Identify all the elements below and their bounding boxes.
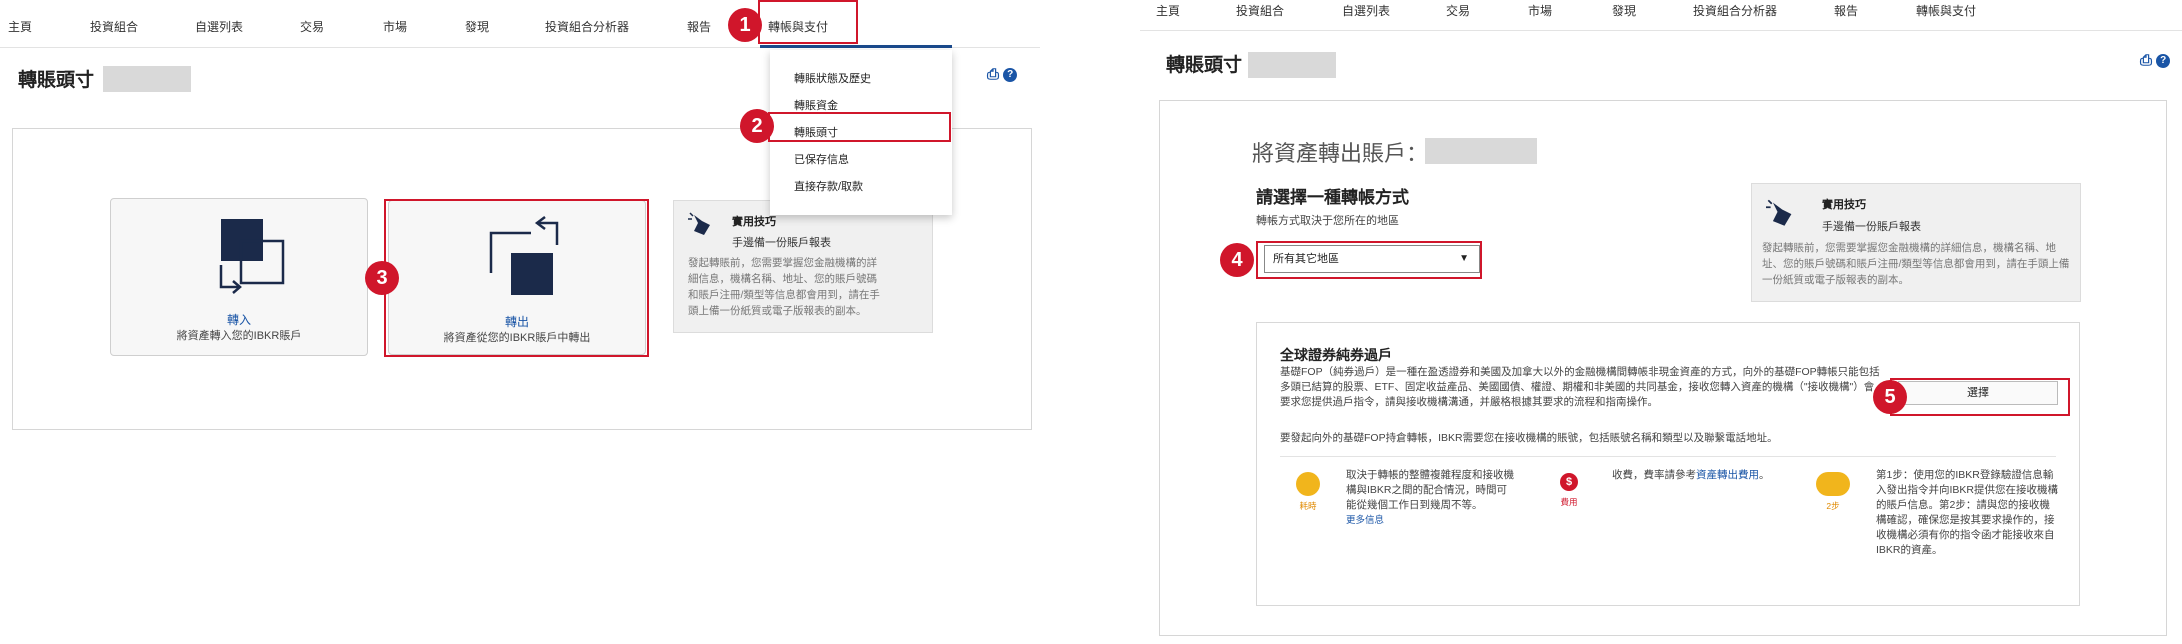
- left-panel: 主頁 投資組合 自選列表 交易 市場 發現 投資組合分析器 報告 轉帳與支付 1…: [0, 0, 1040, 644]
- fees-text-body: 收費，費率請參考: [1612, 469, 1696, 481]
- transfer-out-label: 將資產轉出賬戶：: [1252, 141, 1429, 166]
- nav-discover[interactable]: 發現: [465, 18, 489, 35]
- menu-saved-info[interactable]: 已保存信息: [794, 151, 849, 167]
- fees-text: 收費，費率請參考資產轉出費用。: [1612, 468, 1782, 483]
- step-badge-2: 2: [740, 109, 774, 143]
- top-nav-right: 主頁 投資組合 自選列表 交易 市場 發現 投資組合分析器 報告 轉帳與支付: [1140, 0, 2182, 22]
- nav-transfer-pay[interactable]: 轉帳與支付: [1916, 2, 1976, 19]
- steps-text: 第1步：使用您的IBKR登錄驗證信息輸入發出指令并向IBKR提供您在接收機構的賬…: [1876, 469, 2059, 556]
- dollar-icon: $: [1560, 473, 1578, 491]
- fop-divider: [1280, 456, 2056, 457]
- speedometer-icon: [1296, 472, 1320, 496]
- help-icon[interactable]: ?: [2156, 54, 2171, 69]
- transfer-in-icon: [219, 219, 285, 294]
- tip-body: 發起轉賬前，您需要掌握您金融機構的詳細信息，機構名稱、地址、您的賬戶號碼和賬戶注…: [688, 257, 880, 317]
- account-id-redacted: [103, 66, 191, 92]
- right-panel: 主頁 投資組合 自選列表 交易 市場 發現 投資組合分析器 報告 轉帳與支付 轉…: [1140, 0, 2182, 644]
- choose-method-title: 請選擇一種轉帳方式: [1256, 188, 1409, 207]
- nav-reports[interactable]: 報告: [1834, 2, 1858, 19]
- fop-description: 基礎FOP（純券過戶）是一種在盈透證券和美國及加拿大以外的金融機構間轉帳非現金資…: [1280, 366, 1880, 408]
- choose-method-subtitle: 轉帳方式取決于您所在的地區: [1256, 215, 1399, 227]
- tip-title: 實用技巧: [732, 216, 776, 228]
- highlight-region-select: [1256, 241, 1482, 279]
- nav-reports[interactable]: 報告: [687, 18, 711, 35]
- nav-trade[interactable]: 交易: [1446, 2, 1470, 19]
- nav-active-indicator: [760, 45, 952, 48]
- step-badge-4: 4: [1220, 243, 1254, 277]
- more-info-link[interactable]: 更多信息: [1346, 515, 1384, 526]
- tip-subtitle: 手邊備一份賬戶報表: [1822, 221, 1921, 233]
- page-title: 轉賬頭寸: [1166, 55, 1243, 76]
- nav-watchlist[interactable]: 自選列表: [1342, 2, 1390, 19]
- tip-card: 實用技巧 手邊備一份賬戶報表 發起轉賬前，您需要掌握您金融機構的詳細信息，機構名…: [1751, 183, 2081, 302]
- transfer-in-title: 轉入: [226, 313, 251, 327]
- transfer-in-subtitle: 將資產轉入您的IBKR賬戶: [176, 330, 302, 342]
- duration-text-body: 取決于轉帳的整體複雜程度和接收機構與IBKR之間的配合情況，時間可能從幾個工作日…: [1346, 469, 1514, 511]
- tip-card: 實用技巧 手邊備一份賬戶報表 發起轉賬前，您需要掌握您金融機構的詳細信息，機構名…: [673, 200, 933, 333]
- menu-transfer-status-history[interactable]: 轉賬狀態及歷史: [794, 70, 871, 86]
- print-icon[interactable]: ⎙: [2140, 52, 2152, 69]
- fees-text-end: 。: [1759, 469, 1770, 481]
- tip-body: 發起轉賬前，您需要掌握您金融機構的詳細信息，機構名稱、地址、您的賬戶號碼和賬戶注…: [1762, 242, 2070, 286]
- page-title: 轉賬頭寸: [18, 70, 95, 91]
- fees-caption: 費用: [1560, 497, 1578, 507]
- nav-market[interactable]: 市場: [1528, 2, 1552, 19]
- nav-trade[interactable]: 交易: [300, 18, 324, 35]
- account-id-redacted: [1248, 52, 1336, 78]
- fop-title: 全球證券純券過戶: [1280, 347, 1392, 363]
- hand-pointer-icon: [688, 212, 710, 235]
- page-tools: ⎙ ?: [987, 66, 1018, 83]
- nav-home[interactable]: 主頁: [1156, 2, 1180, 19]
- nav-portfolio-analyst[interactable]: 投資組合分析器: [545, 18, 629, 35]
- nav-portfolio-analyst[interactable]: 投資組合分析器: [1693, 2, 1777, 19]
- nav-portfolio[interactable]: 投資組合: [1236, 2, 1284, 19]
- help-icon[interactable]: ?: [1003, 68, 1018, 83]
- menu-transfer-funds[interactable]: 轉賬資金: [794, 97, 838, 113]
- highlight-menu-item: [768, 112, 951, 142]
- steps-icon: [1816, 472, 1850, 496]
- highlight-choose-button: [1890, 378, 2070, 416]
- duration-caption: 耗時: [1299, 501, 1317, 511]
- step-badge-3: 3: [365, 261, 399, 295]
- nav-discover[interactable]: 發現: [1612, 2, 1636, 19]
- steps-caption: 2步: [1826, 501, 1840, 511]
- tip-subtitle: 手邊備一份賬戶報表: [732, 237, 831, 249]
- nav-divider: [1140, 30, 2182, 31]
- account-id-redacted-2: [1425, 138, 1537, 164]
- nav-watchlist[interactable]: 自選列表: [195, 18, 243, 35]
- step-badge-1: 1: [728, 8, 762, 42]
- print-icon[interactable]: ⎙: [987, 66, 999, 83]
- page-tools: ⎙ ?: [2140, 52, 2171, 69]
- nav-market[interactable]: 市場: [383, 18, 407, 35]
- menu-direct-deposit[interactable]: 直接存款/取款: [794, 178, 863, 194]
- transfer-in-card[interactable]: 轉入 將資產轉入您的IBKR賬戶: [110, 198, 368, 356]
- fop-note: 要發起向外的基礎FOP持倉轉帳，IBKR需要您在接收機構的賬號，包括賬號名稱和類…: [1280, 432, 1778, 444]
- hand-pointer-icon: [1766, 199, 1792, 226]
- highlight-nav: [758, 0, 858, 44]
- fees-link[interactable]: 資產轉出費用: [1696, 469, 1759, 481]
- top-nav: 主頁 投資組合 自選列表 交易 市場 發現 投資組合分析器 報告 轉帳與支付: [0, 0, 1040, 48]
- highlight-transfer-out: [384, 199, 649, 357]
- nav-home[interactable]: 主頁: [8, 18, 32, 35]
- step-badge-5: 5: [1873, 380, 1907, 414]
- nav-portfolio[interactable]: 投資組合: [90, 18, 138, 35]
- duration-text: 取決于轉帳的整體複雜程度和接收機構與IBKR之間的配合情況，時間可能從幾個工作日…: [1346, 468, 1516, 528]
- tip-title: 實用技巧: [1822, 199, 1866, 211]
